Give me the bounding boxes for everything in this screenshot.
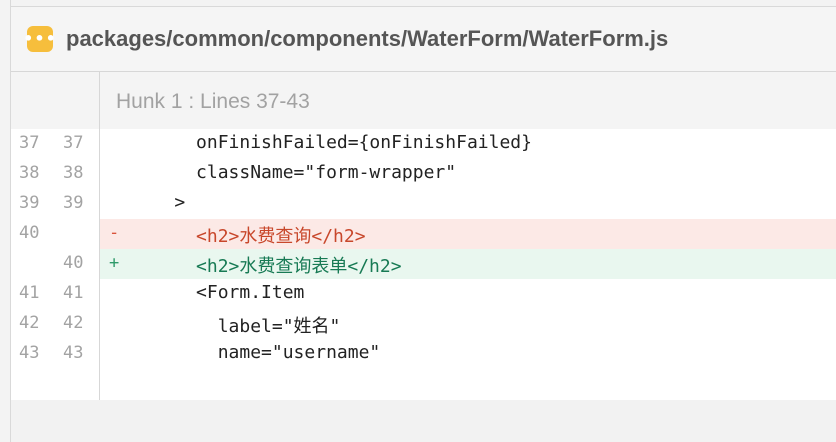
- code-text: name="username": [131, 342, 381, 363]
- new-line-number: 41: [63, 283, 84, 303]
- line-gutter: 41 41: [11, 279, 100, 309]
- line-gutter: 37 37: [11, 129, 100, 159]
- new-line-number: 37: [63, 133, 84, 153]
- code-line[interactable]: 38 38 className="form-wrapper": [11, 159, 836, 189]
- line-gutter: 43 43: [11, 339, 100, 369]
- new-line-number: 42: [63, 313, 84, 333]
- code-text: onFinishFailed={onFinishFailed}: [131, 132, 532, 153]
- code-text: label="姓名": [131, 316, 341, 337]
- file-path: packages/common/components/WaterForm/Wat…: [66, 26, 669, 51]
- old-line-number: 39: [19, 193, 40, 213]
- code-text: >: [131, 192, 186, 213]
- code-line[interactable]: 37 37 onFinishFailed={onFinishFailed}: [11, 129, 836, 159]
- hunk-header: Hunk 1 : Lines 37-43: [11, 72, 836, 129]
- bottom-band: [11, 400, 836, 442]
- new-line-number: 38: [63, 163, 84, 183]
- old-line-number: 40: [19, 223, 40, 243]
- diff-marker: +: [109, 253, 120, 273]
- line-gutter: 38 38: [11, 159, 100, 189]
- old-line-number: 43: [19, 343, 40, 363]
- hunk-label: Hunk 1 : Lines 37-43: [116, 90, 310, 113]
- code-text: <h2>水费查询表单</h2>: [131, 256, 402, 277]
- line-gutter: 42 42: [11, 309, 100, 339]
- code-lines: 37 37 onFinishFailed={onFinishFailed} 38…: [11, 129, 836, 369]
- code-line[interactable]: 43 43 name="username": [11, 339, 836, 369]
- code-text: <Form.Item: [131, 282, 305, 303]
- code-line[interactable]: 41 41 <Form.Item: [11, 279, 836, 309]
- new-line-number: 43: [63, 343, 84, 363]
- code-line[interactable]: 42 42 label="姓名": [11, 309, 836, 339]
- line-gutter: 40: [11, 219, 100, 249]
- added-line[interactable]: 40 + <h2>水费查询表单</h2>: [11, 249, 836, 279]
- code-text: <h2>水费查询</h2>: [131, 226, 366, 247]
- file-header[interactable]: ••• packages/common/components/WaterForm…: [11, 7, 836, 72]
- old-line-number: 38: [19, 163, 40, 183]
- code-text: className="form-wrapper": [131, 162, 457, 183]
- old-line-number: 37: [19, 133, 40, 153]
- new-line-number: 39: [63, 193, 84, 213]
- new-line-number: 40: [63, 253, 84, 273]
- line-gutter: 39 39: [11, 189, 100, 219]
- hunk-gutter: [11, 72, 100, 129]
- code-line[interactable]: 39 39 >: [11, 189, 836, 219]
- footer-gutter: [11, 369, 100, 400]
- code-footer: [11, 369, 836, 400]
- deleted-line[interactable]: 40 - <h2>水费查询</h2>: [11, 219, 836, 249]
- old-line-number: 41: [19, 283, 40, 303]
- line-gutter: 40: [11, 249, 100, 279]
- diff-viewer: ••• packages/common/components/WaterForm…: [0, 0, 836, 442]
- more-options-icon[interactable]: •••: [23, 26, 56, 52]
- diff-marker: -: [109, 223, 120, 243]
- old-line-number: 42: [19, 313, 40, 333]
